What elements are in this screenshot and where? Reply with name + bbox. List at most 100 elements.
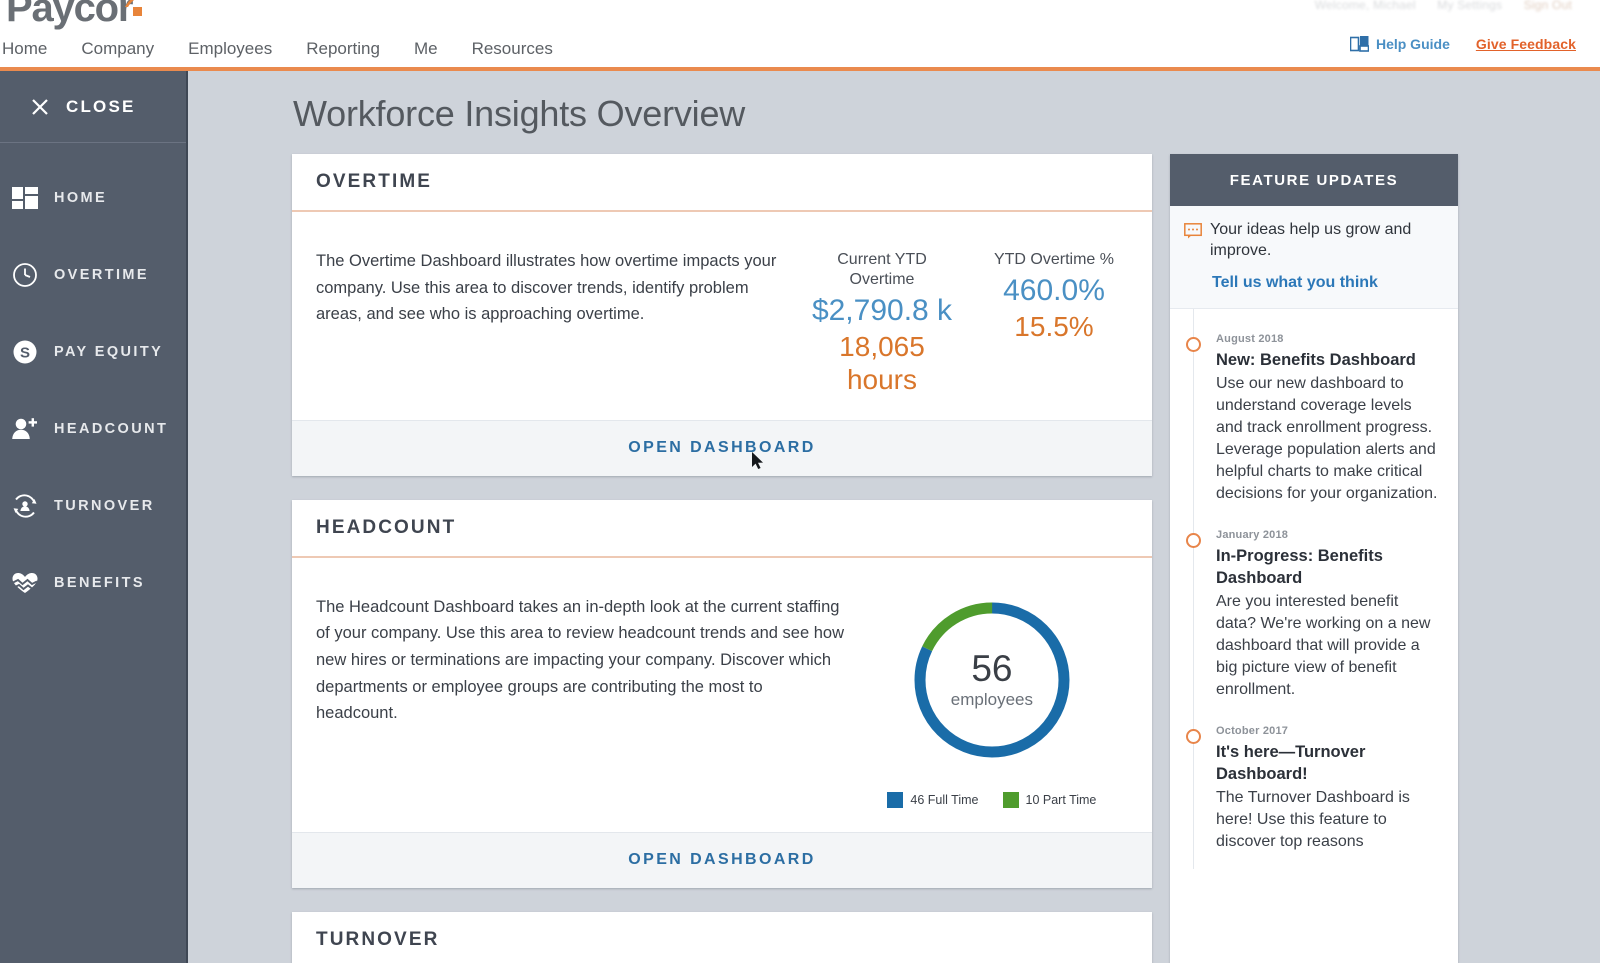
headcount-card: HEADCOUNT The Headcount Dashboard takes … [292,499,1152,888]
overtime-card-title: OVERTIME [316,171,433,192]
donut-center-label: 56 employees [906,594,1078,766]
sidebar-item-turnover[interactable]: TURNOVER [0,467,186,544]
sidebar-item-label: BENEFITS [54,574,145,591]
stat-current-ytd-overtime: Current YTD Overtime $2,790.8 k 18,065 h… [808,250,956,396]
timeline-ring-icon [1186,533,1201,548]
nav-item-me[interactable]: Me [397,36,455,62]
stat-sub-unit: hours [846,363,918,395]
nav-item-home[interactable]: Home [0,36,64,62]
sidebar-item-headcount[interactable]: HEADCOUNT [0,390,186,467]
headcount-card-header: HEADCOUNT [292,500,1152,558]
logo-wordmark: Paycor [6,0,133,30]
overtime-card-body: The Overtime Dashboard illustrates how o… [292,212,1152,420]
turnover-card-header: TURNOVER [292,912,1152,963]
feature-updates-title: FEATURE UPDATES [1229,171,1399,189]
logo-dot: . [133,6,143,16]
heart-pulse-icon [10,568,40,598]
headcount-donut-chart: 56 employees [906,594,1078,766]
give-feedback-link[interactable]: Give Feedback [1476,36,1576,52]
stat-value: $2,790.8 k [811,294,953,327]
donut-total-unit: employees [950,689,1034,709]
overtime-stats: Current YTD Overtime $2,790.8 k 18,065 h… [808,248,1128,396]
update-date: January 2018 [1216,529,1289,541]
clock-icon [10,260,40,290]
book-icon [1349,36,1369,52]
headcount-legend: 46 Full Time 10 Part Time [887,791,1096,808]
nav-item-employees[interactable]: Employees [171,36,289,62]
top-header: Welcome, Michael My Settings Sign Out Pa… [0,0,1600,71]
stat-ytd-overtime-percent: YTD Overtime % 460.0% 15.5% [980,250,1128,396]
ideas-promo: Your ideas help us grow and improve. Tel… [1170,206,1458,309]
legend-item-full-time: 46 Full Time [887,791,979,808]
main-navigation[interactable]: Home Company Employees Reporting Me Reso… [0,36,570,62]
turnover-icon [10,491,40,521]
update-date: October 2017 [1216,725,1289,738]
stat-sub-value: 18,065 [839,330,925,362]
timeline-ring-icon [1186,729,1201,745]
headcount-open-dashboard-button[interactable]: OPEN DASHBOARD [292,831,1152,888]
headcount-description: The Headcount Dashboard takes an in-dept… [316,597,844,723]
ideas-promo-text: Your ideas help us grow and improve. [1210,221,1412,259]
legend-swatch-green [1002,791,1019,808]
stat-label: Current YTD Overtime [837,251,927,288]
sidebar-item-benefits[interactable]: BENEFITS [0,544,186,621]
app-body: CLOSE HOME OVERTIME S PAY EQUITY HEADCOU… [0,71,1600,963]
sidebar-close-label: CLOSE [66,96,136,116]
feature-update-item[interactable]: January 2018 In-Progress: Benefits Dashb… [1170,521,1458,717]
add-person-icon [10,414,40,444]
welcome-text: Welcome, Michael [1314,0,1416,12]
nav-item-company[interactable]: Company [64,36,171,62]
dollar-coin-icon: S [10,337,40,367]
close-icon [30,97,50,117]
overtime-card: OVERTIME The Overtime Dashboard illustra… [292,154,1152,476]
update-title: It's here—Turnover Dashboard! [1216,743,1366,784]
logo-swoosh-icon [124,0,146,8]
overtime-open-dashboard-button[interactable]: OPEN DASHBOARD [292,419,1152,476]
stat-label: YTD Overtime % [993,251,1114,268]
overtime-description: The Overtime Dashboard illustrates how o… [316,252,777,324]
update-date: August 2018 [1216,332,1284,345]
turnover-card-title: TURNOVER [316,928,440,950]
timeline-ring-icon [1186,336,1201,352]
sidebar-item-home[interactable]: HOME [0,159,186,236]
nav-item-resources[interactable]: Resources [455,36,570,62]
paycor-logo[interactable]: Paycor. [6,0,143,31]
feature-updates-panel: FEATURE UPDATES Your ideas help us grow … [1170,154,1458,963]
tell-us-link[interactable]: Tell us what you think [1212,274,1440,292]
sidebar-item-label: HEADCOUNT [54,420,169,437]
feature-update-item[interactable]: August 2018 New: Benefits Dashboard Use … [1170,325,1458,521]
legend-label: 46 Full Time [910,792,979,807]
nav-item-reporting[interactable]: Reporting [289,36,397,62]
overtime-card-header: OVERTIME [292,154,1152,212]
header-actions: Help Guide Give Feedback [1349,36,1576,52]
sign-out-link[interactable]: Sign Out [1524,0,1572,12]
dashboard-cards: OVERTIME The Overtime Dashboard illustra… [292,154,1152,963]
my-settings-link[interactable]: My Settings [1437,0,1502,12]
button-label: OPEN DASHBOARD [628,851,816,869]
feature-updates-list: August 2018 New: Benefits Dashboard Use … [1170,308,1458,870]
main-content: Workforce Insights Overview OVERTIME The… [190,71,1600,963]
update-text: Are you interested benefit data? We're w… [1216,592,1431,699]
sidebar-close-button[interactable]: CLOSE [0,71,186,143]
utility-links: Welcome, Michael My Settings Sign Out [1297,0,1572,12]
headcount-chart-area: 56 employees 46 Full Time 10 Part Time [856,594,1128,808]
legend-item-part-time: 10 Part Time [1002,791,1096,808]
stat-value: 460.0% [1003,274,1105,307]
feature-updates-header: FEATURE UPDATES [1170,154,1458,206]
update-text: The Turnover Dashboard is here! Use this… [1216,789,1410,851]
feature-update-item[interactable]: October 2017 It's here—Turnover Dashboar… [1170,717,1458,869]
help-guide-link[interactable]: Help Guide [1349,36,1450,52]
donut-total-value: 56 [971,647,1013,689]
sidebar-item-label: HOME [54,189,108,206]
headcount-card-body: The Headcount Dashboard takes an in-dept… [292,558,1152,832]
update-text: Use our new dashboard to understand cove… [1216,374,1438,502]
help-guide-label: Help Guide [1375,36,1450,52]
sidebar-item-label: OVERTIME [54,266,149,283]
header-accent-rule [0,67,1600,71]
sidebar-item-pay-equity[interactable]: S PAY EQUITY [0,313,186,390]
button-label: OPEN DASHBOARD [628,439,816,457]
turnover-card: TURNOVER The Turnover Dashboard will rep… [292,911,1152,963]
chat-bubble-icon [1184,220,1202,262]
sidebar-item-overtime[interactable]: OVERTIME [0,236,186,313]
left-sidebar: CLOSE HOME OVERTIME S PAY EQUITY HEADCOU… [0,71,188,963]
